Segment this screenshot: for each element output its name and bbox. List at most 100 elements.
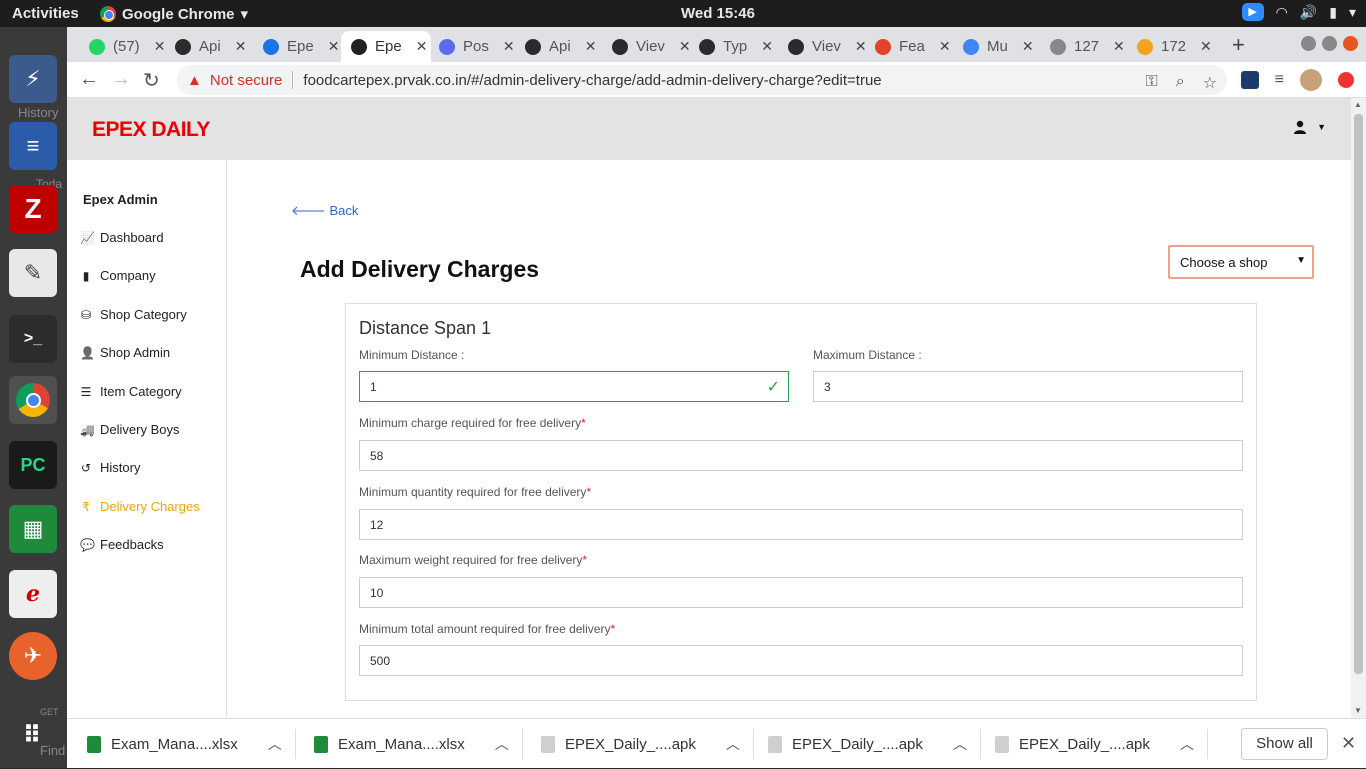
browser-tab[interactable]: Epe ✕ bbox=[341, 31, 431, 62]
app-header: EPEX DAILY ▼ bbox=[67, 98, 1351, 160]
min-charge-label: Minimum charge required for free deliver… bbox=[359, 416, 586, 430]
close-icon[interactable] bbox=[1343, 36, 1358, 51]
scroll-down-icon[interactable]: ▼ bbox=[1354, 706, 1362, 715]
download-item[interactable]: EPEX_Daily_....apk ︿ bbox=[995, 719, 1208, 769]
page-scrollbar[interactable]: ▲ ▼ bbox=[1351, 98, 1366, 718]
address-bar[interactable]: ▲ Not secure foodcartepex.prvak.co.in/#/… bbox=[177, 65, 1227, 95]
tab-close-icon[interactable]: ✕ bbox=[761, 38, 773, 55]
tab-favicon-icon bbox=[699, 38, 715, 55]
browser-tab[interactable]: Api ✕ bbox=[515, 31, 601, 62]
tab-close-icon[interactable]: ✕ bbox=[416, 38, 428, 55]
browser-tab[interactable]: Viev ✕ bbox=[602, 31, 691, 62]
tab-close-icon[interactable]: ✕ bbox=[939, 38, 951, 55]
min-charge-input[interactable]: 58 bbox=[359, 440, 1243, 471]
power-menu-icon[interactable]: ▾ bbox=[1349, 4, 1356, 21]
back-arrow-icon[interactable]: ← bbox=[79, 68, 99, 91]
tab-close-icon[interactable]: ✕ bbox=[1200, 38, 1212, 55]
minimize-icon[interactable] bbox=[1301, 36, 1316, 51]
download-item[interactable]: EPEX_Daily_....apk ︿ bbox=[541, 719, 754, 769]
back-link[interactable]: 🡐 Back bbox=[291, 203, 358, 219]
tab-close-icon[interactable]: ✕ bbox=[328, 38, 340, 55]
clock[interactable]: Wed 15:46 bbox=[681, 5, 755, 22]
zoom-icon[interactable]: ▶ bbox=[1241, 3, 1264, 21]
sidebar-item-company[interactable]: ▮ Company bbox=[80, 268, 156, 283]
pycharm-icon[interactable]: PC bbox=[9, 441, 57, 489]
browser-tab[interactable]: (57) ✕ bbox=[79, 31, 165, 62]
postman-icon[interactable]: ✈ bbox=[9, 632, 57, 680]
tab-close-icon[interactable]: ✕ bbox=[235, 38, 247, 55]
tab-close-icon[interactable]: ✕ bbox=[585, 38, 597, 55]
maximize-icon[interactable] bbox=[1322, 36, 1337, 51]
sidebar-item-item-category[interactable]: ☰ Item Category bbox=[80, 384, 182, 399]
document-viewer-icon[interactable]: ℯ bbox=[9, 570, 57, 618]
show-apps-icon[interactable]: ⠿ bbox=[9, 711, 57, 759]
browser-tab[interactable]: Epe ✕ bbox=[253, 31, 339, 62]
app-menu[interactable]: Google Chrome ▾ bbox=[100, 5, 248, 23]
download-item[interactable]: Exam_Mana....xlsx ︿ bbox=[87, 719, 296, 769]
star-icon[interactable]: ☆ bbox=[1203, 73, 1217, 93]
calc-icon[interactable]: ▦ bbox=[9, 505, 57, 553]
sidebar-item-shop-category[interactable]: ⛁ Shop Category bbox=[80, 307, 187, 322]
min-distance-input[interactable]: 1 ✓ bbox=[359, 371, 789, 402]
media-control-icon[interactable]: ≡ bbox=[1275, 71, 1284, 89]
chevron-up-icon[interactable]: ︿ bbox=[953, 734, 967, 754]
download-item[interactable]: Exam_Mana....xlsx ︿ bbox=[314, 719, 523, 769]
sidebar-item-history[interactable]: ↺ History bbox=[80, 460, 140, 475]
show-all-button[interactable]: Show all bbox=[1241, 728, 1328, 760]
brand-logo[interactable]: EPEX DAILY bbox=[92, 118, 210, 142]
user-menu[interactable]: ▼ bbox=[1293, 120, 1326, 134]
browser-tab[interactable]: Viev ✕ bbox=[778, 31, 867, 62]
browser-tab[interactable]: Mu ✕ bbox=[953, 31, 1039, 62]
browser-tab[interactable]: Pos ✕ bbox=[429, 31, 515, 62]
min-quantity-input[interactable]: 12 bbox=[359, 509, 1243, 540]
reload-icon[interactable]: ↻ bbox=[143, 68, 160, 93]
sidebar-item-label: Company bbox=[100, 268, 156, 283]
page-title: Add Delivery Charges bbox=[300, 256, 540, 282]
scrollbar-thumb[interactable] bbox=[1354, 114, 1363, 674]
browser-tab[interactable]: 172 ✕ bbox=[1127, 31, 1213, 62]
sidebar-item-shop-admin[interactable]: 👤 Shop Admin bbox=[80, 345, 170, 360]
tab-close-icon[interactable]: ✕ bbox=[503, 38, 515, 55]
chrome-dock-icon[interactable] bbox=[9, 376, 57, 424]
browser-tab[interactable]: Typ ✕ bbox=[689, 31, 775, 62]
url-text[interactable]: foodcartepex.prvak.co.in/#/admin-deliver… bbox=[303, 72, 881, 89]
tab-close-icon[interactable]: ✕ bbox=[1022, 38, 1034, 55]
scroll-up-icon[interactable]: ▲ bbox=[1354, 100, 1362, 109]
chevron-up-icon[interactable]: ︿ bbox=[268, 734, 282, 754]
update-icon[interactable] bbox=[1338, 72, 1354, 88]
profile-avatar[interactable] bbox=[1300, 69, 1322, 91]
sidebar-item-dashboard[interactable]: 📈 Dashboard bbox=[80, 230, 164, 245]
text-editor-icon[interactable]: ✎ bbox=[9, 249, 57, 297]
sidebar-item-feedbacks[interactable]: 💬 Feedbacks bbox=[80, 537, 164, 552]
extension-icon[interactable] bbox=[1240, 71, 1259, 89]
browser-tab[interactable]: Fea ✕ bbox=[865, 31, 951, 62]
key-icon[interactable]: ⚿ bbox=[1146, 73, 1158, 93]
new-tab-button[interactable]: + bbox=[1232, 32, 1245, 58]
check-icon: ✓ bbox=[766, 379, 780, 396]
download-item[interactable]: EPEX_Daily_....apk ︿ bbox=[768, 719, 981, 769]
shop-select[interactable]: Choose a shop ▼ bbox=[1168, 245, 1314, 279]
network-manager-icon[interactable]: ⚡ bbox=[9, 55, 57, 103]
chevron-up-icon[interactable]: ︿ bbox=[495, 734, 509, 754]
tab-close-icon[interactable]: ✕ bbox=[154, 38, 166, 55]
wifi-icon: ◠ bbox=[1275, 3, 1288, 20]
browser-tab[interactable]: Api ✕ bbox=[165, 31, 251, 62]
activities-button[interactable]: Activities bbox=[12, 5, 79, 22]
system-tray[interactable]: ▶ ◠ 🔊 ▮ ▾ bbox=[1241, 3, 1356, 21]
tab-close-icon[interactable]: ✕ bbox=[1113, 38, 1125, 55]
sidebar-item-label: Dashboard bbox=[100, 230, 164, 245]
zoom-magnifier-icon[interactable]: ⌕ bbox=[1176, 73, 1185, 93]
chevron-up-icon[interactable]: ︿ bbox=[726, 734, 740, 754]
filezilla-icon[interactable]: Z bbox=[9, 185, 57, 233]
chevron-up-icon[interactable]: ︿ bbox=[1180, 734, 1194, 754]
writer-icon[interactable]: ≡ bbox=[9, 122, 57, 170]
max-distance-input[interactable]: 3 bbox=[813, 371, 1243, 402]
sidebar-item-delivery-charges[interactable]: ₹ Delivery Charges bbox=[80, 499, 200, 514]
forward-arrow-icon[interactable]: → bbox=[111, 68, 131, 91]
min-total-input[interactable]: 500 bbox=[359, 645, 1243, 676]
terminal-icon[interactable]: >_ bbox=[9, 315, 57, 363]
sidebar-item-delivery-boys[interactable]: 🚚 Delivery Boys bbox=[80, 422, 179, 437]
close-icon[interactable]: ✕ bbox=[1341, 733, 1356, 754]
browser-tab[interactable]: 127 ✕ bbox=[1040, 31, 1126, 62]
max-weight-input[interactable]: 10 bbox=[359, 577, 1243, 608]
